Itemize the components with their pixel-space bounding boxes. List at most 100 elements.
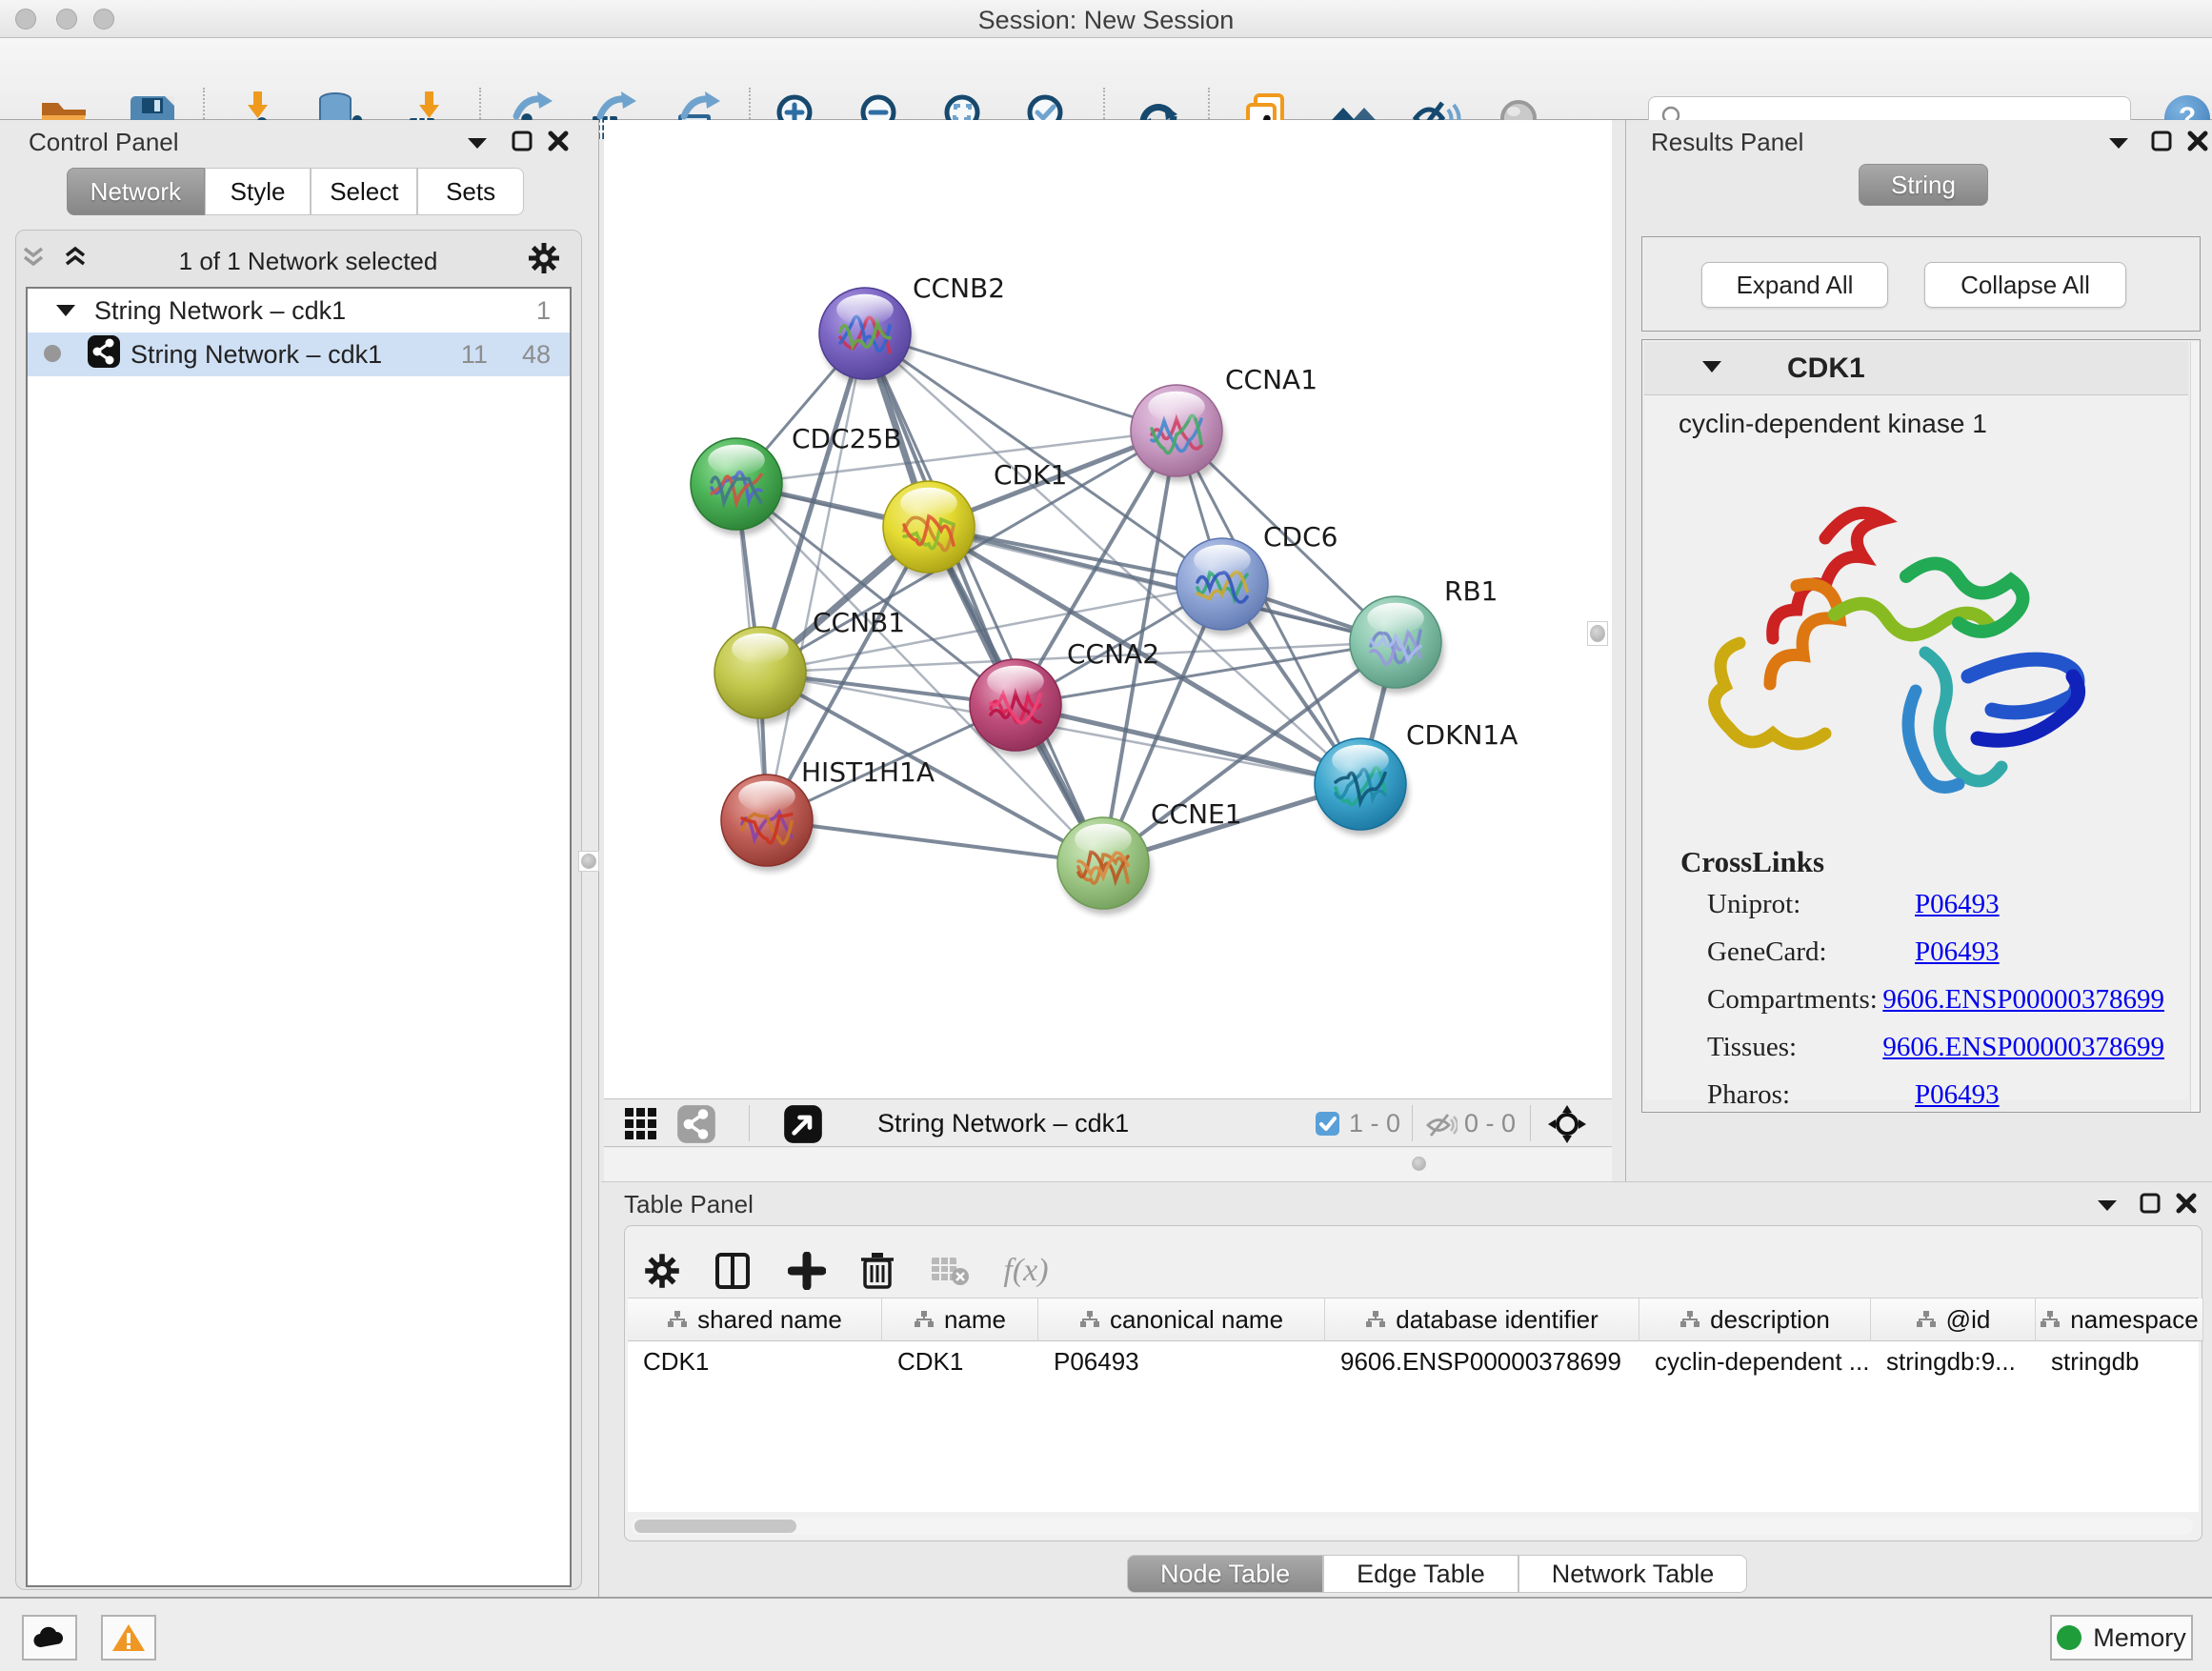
memory-button[interactable]: Memory — [2050, 1615, 2193, 1661]
table-cell[interactable]: CDK1 — [882, 1342, 1038, 1380]
column-header-namespace[interactable]: namespace — [2036, 1299, 2203, 1341]
tab-sets[interactable]: Sets — [417, 168, 524, 215]
crosslink-value[interactable]: 9606.ENSP00000378699 — [1882, 984, 2164, 1016]
network-collection-row[interactable]: String Network – cdk1 1 — [28, 289, 570, 332]
tab-edge-table[interactable]: Edge Table — [1323, 1555, 1518, 1593]
table-scrollbar-thumb[interactable] — [634, 1520, 796, 1533]
column-header-description[interactable]: description — [1639, 1299, 1871, 1341]
column-header-name[interactable]: name — [882, 1299, 1038, 1341]
node-section-header[interactable]: CDK1 — [1644, 342, 2188, 395]
table-panel-tabs: Node TableEdge TableNetwork Table — [1127, 1555, 1747, 1593]
create-column-icon[interactable] — [783, 1249, 831, 1293]
results-panel-close-icon[interactable] — [2186, 130, 2209, 157]
edge-HIST1H1A-CCNE1[interactable] — [767, 820, 1103, 863]
crosslink-value[interactable]: 9606.ENSP00000378699 — [1882, 1032, 2164, 1063]
table-cell[interactable]: 9606.ENSP00000378699 — [1325, 1342, 1639, 1380]
node-CCNE1[interactable]: CCNE1 — [1057, 798, 1242, 915]
column-type-icon — [1079, 1310, 1100, 1329]
table-cell[interactable]: stringdb:9... — [1871, 1342, 2036, 1380]
expand-all-button[interactable]: Expand All — [1701, 262, 1888, 308]
table-cell[interactable]: stringdb — [2036, 1342, 2203, 1380]
control-panel-title: Control Panel — [29, 128, 179, 157]
crosslink-value[interactable]: P06493 — [1915, 889, 2000, 920]
crosslink-row: GeneCard: P06493 — [1707, 936, 2164, 968]
collapse-all-networks-icon[interactable] — [19, 244, 48, 279]
node-RB1[interactable]: RB1 — [1350, 575, 1498, 694]
control-panel-float-menu-icon[interactable] — [465, 131, 490, 157]
table-panel-float-menu-icon[interactable] — [2095, 1194, 2120, 1219]
control-panel-float-icon[interactable] — [511, 130, 533, 157]
node-CCNB1[interactable]: CCNB1 — [714, 607, 905, 724]
main-toolbar: ? — [0, 38, 2212, 120]
collection-expand-icon[interactable] — [54, 296, 77, 326]
column-header--id[interactable]: @id — [1871, 1299, 2036, 1341]
network-row[interactable]: String Network – cdk1 11 48 — [28, 332, 570, 376]
delete-table-icon — [926, 1249, 974, 1293]
node-HIST1H1A[interactable]: HIST1H1A — [721, 756, 935, 872]
title-bar: Session: New Session — [0, 0, 2212, 38]
collapse-all-button[interactable]: Collapse All — [1924, 262, 2126, 308]
node-label-CCNA2: CCNA2 — [1067, 638, 1159, 670]
crosslink-row: Tissues: 9606.ENSP00000378699 — [1707, 1032, 2164, 1063]
section-collapse-icon[interactable] — [1699, 355, 1724, 381]
network-view-icon[interactable] — [676, 1104, 716, 1149]
edge-CCNA2-CDKN1A[interactable] — [1016, 705, 1360, 784]
node-CDC25B[interactable]: CDC25B — [691, 423, 902, 535]
collection-label: String Network – cdk1 — [94, 296, 346, 326]
table-panel-title: Table Panel — [624, 1190, 754, 1219]
results-panel-float-menu-icon[interactable] — [2106, 131, 2131, 157]
crosslink-label: Pharos: — [1707, 1079, 1915, 1111]
table-options-gear-icon[interactable] — [638, 1249, 686, 1293]
table-panel-close-icon[interactable] — [2175, 1192, 2198, 1219]
network-label: String Network – cdk1 — [131, 340, 382, 370]
pan-crosshair-icon[interactable] — [1547, 1104, 1587, 1149]
node-CDC6[interactable]: CDC6 — [1176, 521, 1337, 635]
left-splitter-handle[interactable] — [578, 851, 599, 872]
crosslink-row: Compartments: 9606.ENSP00000378699 — [1707, 984, 2164, 1016]
network-grid-view-icon[interactable] — [623, 1106, 659, 1147]
crosslink-label: GeneCard: — [1707, 936, 1915, 968]
memory-status-dot — [2057, 1625, 2081, 1650]
warning-status-button[interactable] — [101, 1615, 156, 1661]
results-panel-float-icon[interactable] — [2150, 130, 2173, 157]
tab-network[interactable]: Network — [67, 168, 205, 215]
selected-checkbox-icon[interactable] — [1315, 1111, 1340, 1141]
selected-counter: 1 - 0 — [1349, 1109, 1400, 1138]
table-panel-float-icon[interactable] — [2139, 1192, 2162, 1219]
tab-select[interactable]: Select — [311, 168, 417, 215]
crosslink-value[interactable]: P06493 — [1915, 936, 2000, 968]
node-description: cyclin-dependent kinase 1 — [1679, 409, 1987, 439]
tab-node-table[interactable]: Node Table — [1127, 1555, 1323, 1593]
detach-view-icon[interactable] — [783, 1104, 823, 1149]
expand-all-networks-icon[interactable] — [61, 244, 90, 279]
splitter-knob[interactable] — [1412, 1157, 1426, 1171]
tab-string[interactable]: String — [1859, 164, 1988, 206]
horizontal-splitter[interactable] — [604, 1148, 1612, 1181]
crosslink-row: Uniprot: P06493 — [1707, 889, 2164, 920]
crosslink-value[interactable]: P06493 — [1915, 1079, 2000, 1111]
table-horizontal-scrollbar[interactable] — [631, 1518, 2193, 1535]
node-CCNA1[interactable]: CCNA1 — [1131, 364, 1317, 482]
delete-columns-trash-icon[interactable] — [854, 1249, 901, 1293]
crosslink-label: Tissues: — [1707, 1032, 1882, 1063]
right-splitter-handle[interactable] — [1587, 621, 1608, 646]
node-CDKN1A[interactable]: CDKN1A — [1315, 719, 1518, 836]
table-cell[interactable]: CDK1 — [628, 1342, 882, 1380]
edge-CCNB2-HIST1H1A[interactable] — [767, 333, 865, 820]
show-columns-icon[interactable] — [709, 1249, 756, 1293]
table-cell[interactable]: P06493 — [1038, 1342, 1325, 1380]
node-label-CDC25B: CDC25B — [792, 423, 902, 454]
column-header-canonical-name[interactable]: canonical name — [1038, 1299, 1325, 1341]
network-canvas[interactable]: CCNB2 CCNA1 CDC25B CDK1 CDC6 R — [604, 120, 1612, 1098]
network-options-gear-icon[interactable] — [527, 241, 561, 282]
results-scrollbar[interactable] — [2190, 342, 2200, 1112]
table-cell[interactable]: cyclin-dependent ... — [1639, 1342, 1871, 1380]
string-network-icon — [87, 334, 121, 375]
cloud-status-button[interactable] — [22, 1615, 77, 1661]
column-header-shared-name[interactable]: shared name — [628, 1299, 882, 1341]
tab-style[interactable]: Style — [205, 168, 312, 215]
column-header-database-identifier[interactable]: database identifier — [1325, 1299, 1639, 1341]
tab-network-table[interactable]: Network Table — [1518, 1555, 1748, 1593]
control-panel-close-icon[interactable] — [547, 130, 570, 157]
column-type-icon — [667, 1310, 688, 1329]
